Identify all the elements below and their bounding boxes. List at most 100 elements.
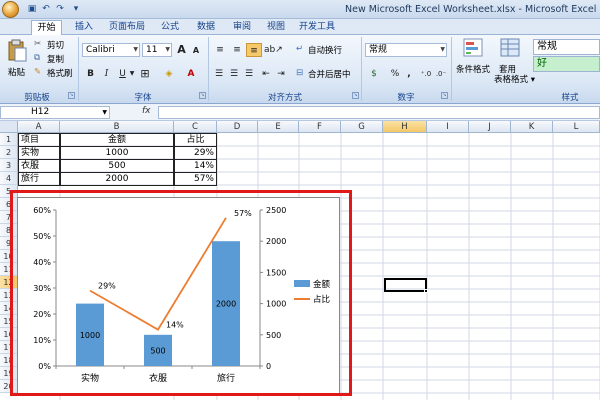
font-name-select[interactable]: Calibri ▼ [82,43,140,57]
align-right-icon[interactable]: ☰ [242,67,256,81]
table-cell[interactable]: 29% [174,146,217,160]
align-left-icon[interactable]: ☰ [212,67,226,81]
column-header-a[interactable]: A [18,121,60,133]
increase-indent-icon[interactable]: ⇥ [274,67,288,81]
conditional-formatting-label: 条件格式 [456,65,491,75]
column-header-k[interactable]: K [511,121,553,133]
style-good[interactable]: 好 [533,56,600,72]
column-header-g[interactable]: G [341,121,383,133]
format-painter-button[interactable]: ✎ 格式刷 [34,67,76,79]
bold-button[interactable]: B [84,67,97,81]
vertical-align-buttons: ≡ ≡ ≡ ab↗ [212,43,283,57]
comma-button[interactable]: , [404,67,414,81]
increase-decimal-icon[interactable]: ⁺.0 [419,67,433,81]
borders-icon[interactable]: ⊞ [138,67,152,81]
table-cell[interactable]: 2000 [60,172,174,186]
column-header-d[interactable]: D [217,121,258,133]
insert-function-button[interactable]: fx [142,106,151,116]
redo-icon[interactable]: ↷ [54,3,66,15]
column-header-h[interactable]: H [383,121,427,133]
undo-icon[interactable]: ↶ [40,3,52,15]
tab-formulas[interactable]: 公式 [156,20,184,35]
scissors-icon: ✂ [34,39,42,49]
font-group-label: 字体 [134,93,152,103]
fill-color-icon[interactable]: ◈ [162,67,176,81]
tab-insert[interactable]: 插入 [70,20,98,35]
column-header-f[interactable]: F [299,121,341,133]
save-icon[interactable]: ▣ [26,3,38,15]
row-header-1[interactable]: 1 [0,133,18,146]
align-top-icon[interactable]: ≡ [212,43,228,57]
conditional-formatting-button[interactable]: 条件格式 [456,38,492,86]
column-header-b[interactable]: B [60,121,174,133]
table-cell[interactable]: 1000 [60,146,174,160]
table-header-cell[interactable]: 占比 [174,133,217,147]
merge-center-button[interactable]: ⊟ 合并后居中 [296,68,360,80]
column-header-j[interactable]: J [469,121,511,133]
tab-data[interactable]: 数据 [192,20,220,35]
column-header-l[interactable]: L [553,121,600,133]
fill-handle[interactable] [424,289,428,293]
style-normal[interactable]: 常规 [533,39,600,55]
ribbon: 粘贴 ✂ 剪切 ⧉ 复制 ✎ 格式刷 剪贴板 ↘ Calibri ▼ 11 ▼ … [0,35,600,104]
table-cell[interactable]: 实物 [18,146,60,160]
wrap-text-button[interactable]: ↵ 自动换行 [296,44,358,56]
number-launcher-icon[interactable]: ↘ [441,92,448,99]
highlight-frame [10,190,352,396]
select-all-corner[interactable] [0,121,18,133]
formula-input[interactable] [158,106,600,119]
align-center-icon[interactable]: ☰ [227,67,241,81]
window-title: New Microsoft Excel Worksheet.xlsx - Mic… [345,4,597,15]
clipboard-launcher-icon[interactable]: ↘ [68,92,75,99]
font-size-select[interactable]: 11 ▼ [142,43,172,57]
quick-access-dropdown-icon[interactable]: ▾ [70,3,82,15]
table-cell[interactable]: 57% [174,172,217,186]
shrink-font-button[interactable]: A [190,44,202,58]
selected-cell-h12[interactable] [384,278,428,293]
tab-home[interactable]: 开始 [31,20,62,35]
column-header-e[interactable]: E [258,121,299,133]
chevron-down-icon[interactable]: ▼ [128,67,136,81]
grow-font-button[interactable]: A [175,43,188,57]
table-header-cell[interactable]: 项目 [18,133,60,147]
font-color-icon[interactable]: A [184,67,198,81]
column-header-c[interactable]: C [174,121,217,133]
table-cell[interactable]: 旅行 [18,172,60,186]
name-box[interactable]: H12 ▼ [0,106,110,119]
table-header-cell[interactable]: 金额 [60,133,174,147]
tab-view[interactable]: 视图 [262,20,290,35]
align-middle-icon[interactable]: ≡ [229,43,245,57]
horizontal-align-buttons: ☰ ☰ ☰ ⇤ ⇥ [212,67,292,81]
row-header-4[interactable]: 4 [0,172,18,185]
percent-button[interactable]: % [388,67,402,81]
tab-developer[interactable]: 开发工具 [296,20,338,35]
tab-page-layout[interactable]: 页面布局 [106,20,148,35]
row-header-2[interactable]: 2 [0,146,18,159]
tab-review[interactable]: 审阅 [228,20,256,35]
currency-button[interactable]: $ [366,67,382,81]
name-box-value: H12 [31,107,50,117]
table-cell[interactable]: 衣服 [18,159,60,173]
decrease-indent-icon[interactable]: ⇤ [259,67,273,81]
chevron-down-icon: ▼ [102,109,107,116]
row-header-3[interactable]: 3 [0,159,18,172]
orientation-icon[interactable]: ab↗ [264,43,283,57]
format-as-table-label-2: 表格格式 ▾ [494,75,535,85]
decrease-decimal-icon[interactable]: .0⁻ [434,67,448,81]
format-as-table-button[interactable]: 套用 表格格式 ▾ [494,38,535,88]
number-format-select[interactable]: 常规 ▼ [365,43,447,57]
chevron-down-icon: ▼ [165,46,170,53]
alignment-launcher-icon[interactable]: ↘ [352,92,359,99]
copy-button[interactable]: ⧉ 复制 [34,53,74,65]
align-bottom-icon[interactable]: ≡ [246,43,262,57]
table-cell[interactable]: 14% [174,159,217,173]
cut-button[interactable]: ✂ 剪切 [34,39,74,51]
paste-button[interactable]: 粘贴 [4,37,30,81]
column-header-i[interactable]: I [427,121,469,133]
office-button[interactable] [2,1,19,18]
font-launcher-icon[interactable]: ↘ [199,92,206,99]
italic-button[interactable]: I [100,67,113,81]
table-cell[interactable]: 500 [60,159,174,173]
format-painter-label: 格式刷 [47,69,73,79]
cut-label: 剪切 [47,41,65,51]
